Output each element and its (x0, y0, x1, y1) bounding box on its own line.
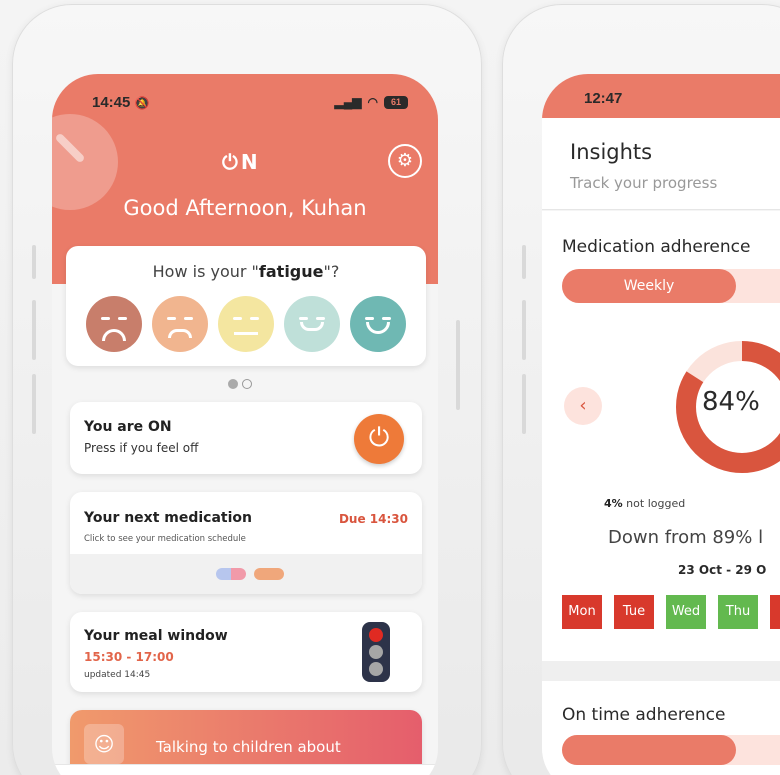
pill-tray (70, 554, 422, 594)
status-time: 14:45 (92, 93, 131, 111)
sad-face-icon[interactable] (152, 296, 208, 352)
very-sad-face-icon[interactable] (86, 296, 142, 352)
traffic-light-icon (362, 622, 390, 682)
status-bar: 14:45 🔕 ▂▄▆ ◠ 61 (92, 92, 408, 112)
on-status-card[interactable]: You are ON Press if you feel off ⏻ (70, 402, 422, 474)
fatigue-card: How is your "fatigue"? (66, 246, 426, 366)
home-screen: 14:45 🔕 ▂▄▆ ◠ 61 ⏻ONN ⚙ Good Afternoon, … (52, 74, 438, 775)
bottom-tab-bar: ⌂ ⚕ ⇅ ● (52, 764, 438, 775)
day-cell-tue[interactable]: Tue (614, 595, 654, 629)
meal-window-card[interactable]: Your meal window 15:30 - 17:00 updated 1… (70, 612, 422, 692)
meal-card-title: Your meal window (84, 628, 228, 644)
status-icons: ▂▄▆ ◠ 61 (335, 95, 408, 109)
bell-slash-icon: 🔕 (134, 95, 150, 110)
day-cell-mon[interactable]: Mon (562, 595, 602, 629)
side-button (456, 320, 460, 410)
meal-updated-time: updated 14:45 (84, 670, 151, 680)
side-button (32, 300, 36, 360)
side-button (522, 374, 526, 434)
medication-due-time: Due 14:30 (338, 512, 408, 526)
promo-text: Talking to children about (156, 738, 341, 756)
insights-header: Insights Track your progress (542, 118, 780, 210)
adherence-title: Medication adherence (562, 237, 751, 257)
happy-face-icon[interactable] (284, 296, 340, 352)
page-title: Insights (570, 140, 653, 164)
not-logged-text: 4% not logged (604, 497, 686, 510)
signal-icon: ▂▄▆ (334, 95, 362, 109)
section-divider (542, 661, 780, 681)
page-subtitle: Track your progress (570, 174, 718, 192)
day-cell-partial[interactable] (770, 595, 780, 629)
adherence-percent: 84% (702, 387, 760, 417)
side-button (32, 374, 36, 434)
weekly-tab[interactable]: Weekly (562, 269, 736, 303)
on-time-period-toggle[interactable] (562, 735, 780, 765)
neutral-face-icon[interactable] (218, 296, 274, 352)
app-logo: ⏻ONN (222, 150, 259, 174)
medication-adherence-section: Medication adherence Weekly ‹ 84% 4% not… (542, 211, 780, 661)
side-button (32, 245, 36, 279)
fatigue-face-scale (86, 296, 406, 352)
day-strip: Mon Tue Wed Thu (562, 595, 780, 629)
capsule-icon (216, 568, 246, 580)
on-time-adherence-section: On time adherence (542, 681, 780, 775)
side-button (522, 300, 526, 360)
side-button (522, 245, 526, 279)
day-cell-thu[interactable]: Thu (718, 595, 758, 629)
carousel-dots[interactable] (228, 379, 252, 389)
power-button-icon[interactable]: ⏻ (354, 414, 404, 464)
on-card-subtitle: Press if you feel off (84, 441, 199, 455)
day-cell-wed[interactable]: Wed (666, 595, 706, 629)
date-range: 23 Oct - 29 O (678, 563, 767, 577)
insights-screen: 12:47 Insights Track your progress Medic… (542, 74, 780, 775)
app-store-preview: 14:45 🔕 ▂▄▆ ◠ 61 ⏻ONN ⚙ Good Afternoon, … (0, 0, 780, 775)
comparison-text: Down from 89% l (608, 527, 764, 548)
on-card-title: You are ON (84, 419, 172, 435)
on-time-title: On time adherence (562, 705, 726, 725)
carousel-dot-active[interactable] (228, 379, 238, 389)
fatigue-question: How is your "fatigue"? (152, 262, 340, 281)
battery-icon: 61 (384, 95, 408, 109)
period-toggle[interactable]: Weekly (562, 269, 780, 303)
medication-schedule-hint: Click to see your medication schedule (84, 534, 246, 544)
meal-window-time: 15:30 - 17:00 (84, 650, 174, 664)
greeting-text: Good Afternoon, Kuhan (123, 196, 367, 220)
next-medication-card[interactable]: Your next medication Due 14:30 Click to … (70, 492, 422, 594)
settings-gear-icon[interactable]: ⚙ (388, 144, 422, 178)
carousel-dot[interactable] (242, 379, 252, 389)
medication-card-title: Your next medication (84, 510, 252, 526)
status-time: 12:47 (584, 90, 623, 107)
very-happy-face-icon[interactable] (350, 296, 406, 352)
tablet-icon (254, 568, 284, 580)
chevron-left-icon[interactable]: ‹ (564, 387, 602, 425)
family-icon: ☺ (84, 724, 124, 764)
fatigue-keyword: fatigue (258, 262, 324, 281)
wifi-icon: ◠ (367, 95, 378, 109)
status-bar: 12:47 (542, 74, 780, 118)
